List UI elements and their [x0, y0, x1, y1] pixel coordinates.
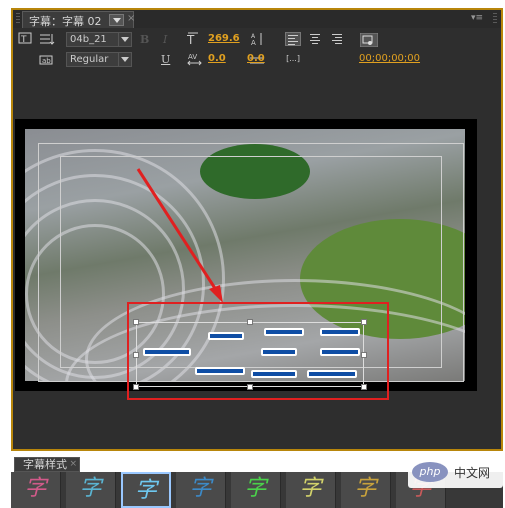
background-video-icon[interactable] [359, 32, 379, 48]
font-style-select[interactable]: Regular [66, 52, 132, 67]
svg-text:T: T [187, 33, 195, 46]
bold-button[interactable]: B [140, 33, 149, 46]
style-swatch[interactable]: 字 [286, 472, 336, 508]
panel-menu-icon[interactable]: ▾≡ [471, 13, 483, 23]
resize-handle[interactable] [133, 352, 139, 358]
style-swatch[interactable]: 字 [341, 472, 391, 508]
align-right-icon[interactable] [330, 32, 346, 46]
type-tool-icon[interactable]: T [17, 32, 33, 46]
tab-stops-button[interactable]: [...] [283, 52, 303, 66]
pixel-text-glyph [143, 348, 191, 356]
tab-close-icon[interactable]: × [127, 13, 135, 24]
resize-handle[interactable] [247, 384, 253, 390]
resize-handle[interactable] [133, 384, 139, 390]
title-select-dropdown-icon[interactable] [109, 14, 124, 26]
resize-handle[interactable] [361, 352, 367, 358]
styles-tab-label: 字幕样式 [23, 458, 67, 471]
pixel-text-glyph [307, 370, 357, 378]
style-swatch[interactable]: 字 [121, 472, 171, 508]
svg-text:AV: AV [188, 53, 197, 61]
timecode-value[interactable]: 00;00;00;00 [359, 53, 420, 64]
font-size-icon: T [186, 32, 203, 47]
resize-handle[interactable] [247, 319, 253, 325]
style-swatch[interactable]: 字 [11, 472, 61, 508]
tab-title-label: 字幕：字幕 02 [29, 15, 102, 28]
leading-icon: AA [249, 32, 265, 47]
pixel-text-glyph [208, 332, 244, 340]
panel-drag-grip[interactable] [16, 13, 20, 25]
php-logo: php [412, 462, 448, 482]
kerning-value[interactable]: 0.0 [208, 53, 226, 64]
pixel-text-glyph [195, 367, 245, 375]
title-preview-viewer[interactable] [15, 119, 477, 400]
underline-button[interactable]: U [161, 53, 170, 66]
font-size-value[interactable]: 269.6 [208, 33, 240, 44]
font-style-value: Regular [70, 54, 109, 65]
paragraph-options-icon[interactable] [39, 32, 55, 46]
resize-handle[interactable] [361, 319, 367, 325]
align-left-icon[interactable] [285, 32, 301, 46]
pixel-text-glyph [251, 370, 297, 378]
svg-text:T: T [20, 35, 27, 44]
chevron-down-icon [118, 33, 131, 46]
pixel-text-glyph [320, 348, 360, 356]
font-family-value: 04b_21 [70, 34, 107, 45]
kerning-icon: AV [187, 52, 203, 66]
font-family-select[interactable]: 04b_21 [66, 32, 132, 47]
pixel-text-glyph [261, 348, 297, 356]
style-swatch[interactable]: 字 [66, 472, 116, 508]
panel-tab-bar: 字幕：字幕 02 × ▾≡ [13, 10, 501, 28]
resize-handle[interactable] [361, 384, 367, 390]
style-swatch[interactable]: 字 [231, 472, 281, 508]
site-watermark: php 中文网 [408, 456, 503, 488]
chevron-down-icon [118, 53, 131, 66]
align-center-icon[interactable] [308, 32, 324, 46]
leading-value[interactable]: 0.0 [247, 53, 265, 64]
style-swatch[interactable]: 字 [176, 472, 226, 508]
font-browse-icon[interactable]: ab [39, 52, 55, 66]
resize-handle[interactable] [133, 319, 139, 325]
svg-text:ab: ab [42, 57, 51, 65]
italic-button[interactable]: I [163, 33, 167, 46]
panel-edge-grip[interactable] [493, 13, 497, 25]
title-properties-toolbar: T ab 04b_21 Regular B I U T 269.6 AV 0.0… [13, 28, 501, 70]
watermark-site-text: 中文网 [454, 466, 491, 480]
tab-close-icon[interactable]: × [69, 458, 77, 471]
svg-text:A: A [251, 39, 256, 46]
pixel-text-glyph [320, 328, 360, 336]
tab-title-styles[interactable]: 字幕样式 × [14, 457, 80, 472]
pixel-text-glyph [264, 328, 304, 336]
tab-title-designer[interactable]: 字幕：字幕 02 × [22, 11, 135, 28]
